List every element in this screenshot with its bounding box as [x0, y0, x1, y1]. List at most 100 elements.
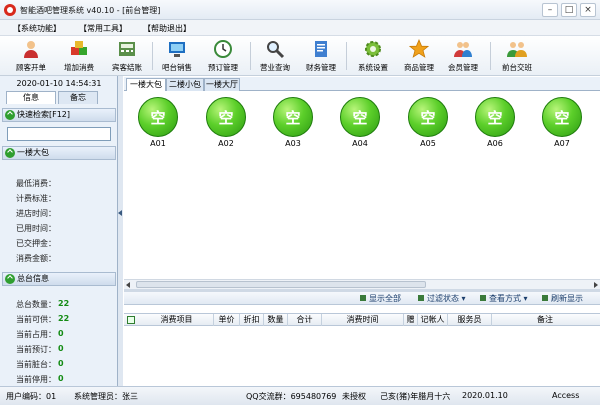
- shift-handover-button[interactable]: 前台交班: [494, 37, 540, 75]
- table-grid: 空 A01 空 A02 空 A03 空 A04 空 A05 空 A06 空 A0…: [124, 91, 600, 289]
- collapse-icon: [5, 274, 15, 284]
- col-remark[interactable]: 备注: [492, 314, 598, 326]
- toolbar: 顾客开单 增加消费 宾客结账 吧台销售 预订管理 营业查询 财务管理 系统设置 …: [0, 36, 600, 76]
- title-bar: 智能酒吧管理系统 v40.10 - [前台管理] – □ ×: [0, 0, 600, 20]
- table-name: A05: [420, 139, 436, 148]
- col-quantity[interactable]: 数量: [264, 314, 288, 326]
- tab-area-2[interactable]: 二楼小包: [166, 78, 204, 91]
- scroll-right-icon[interactable]: [594, 282, 598, 288]
- finance-icon: [315, 41, 327, 57]
- customer-icon: [24, 41, 38, 58]
- table-tile[interactable]: 空 A06: [473, 97, 517, 148]
- finance-button[interactable]: 财务管理: [300, 37, 342, 75]
- window-title: 智能酒吧管理系统 v40.10 - [前台管理]: [20, 6, 161, 15]
- table-tile[interactable]: 空 A07: [540, 97, 584, 148]
- menu-bar: 【系统功能】 【常用工具】 【帮助退出】: [0, 20, 600, 36]
- tab-info[interactable]: 信息: [6, 91, 56, 104]
- filter-status-button[interactable]: 过滤状态 ▾: [418, 293, 466, 304]
- maximize-button[interactable]: □: [561, 3, 577, 17]
- minimize-button[interactable]: –: [542, 3, 558, 17]
- star-icon: [409, 39, 429, 58]
- table-tile[interactable]: 空 A04: [338, 97, 382, 148]
- table-status-icon: 空: [206, 97, 246, 137]
- view-icon: [480, 295, 486, 301]
- checkout-button[interactable]: 宾客结账: [106, 37, 148, 75]
- system-settings-button[interactable]: 系统设置: [350, 37, 396, 75]
- col-waiter[interactable]: 服务员: [448, 314, 492, 326]
- deposit-label: 已交押金：: [16, 239, 56, 248]
- reservation-icon: [214, 40, 232, 58]
- area-tabs: 一楼大包 二楼小包 一楼大厅: [124, 77, 600, 92]
- show-all-icon: [360, 295, 366, 301]
- tab-memo[interactable]: 备忘: [58, 91, 98, 104]
- table-tile[interactable]: 空 A03: [271, 97, 315, 148]
- quick-search-input[interactable]: [7, 127, 111, 141]
- col-price[interactable]: 单价: [214, 314, 240, 326]
- reservation-button[interactable]: 预订管理: [202, 37, 244, 75]
- stat-label: 当前脏台：: [16, 360, 56, 369]
- filter-icon: [418, 295, 424, 301]
- stat-value: 0: [58, 344, 64, 353]
- table-tile[interactable]: 空 A01: [136, 97, 180, 148]
- col-recorder[interactable]: 记帐人: [418, 314, 448, 326]
- quick-search-header[interactable]: 快速检索[F12]: [2, 108, 116, 122]
- checkout-icon: [119, 42, 135, 56]
- horizontal-scrollbar[interactable]: [124, 279, 600, 289]
- view-mode-button[interactable]: 查看方式 ▾: [480, 293, 528, 304]
- tab-area-1[interactable]: 一楼大包: [126, 78, 166, 92]
- customer-order-button[interactable]: 顾客开单: [10, 37, 52, 75]
- app-icon: [4, 4, 16, 16]
- col-total[interactable]: 合计: [288, 314, 322, 326]
- show-all-button[interactable]: 显示全部: [360, 293, 401, 304]
- menu-tools[interactable]: 【常用工具】: [76, 22, 130, 35]
- stat-value: 22: [58, 299, 70, 308]
- consumption-amount-label: 消费金额：: [16, 254, 56, 263]
- panel-splitter[interactable]: [118, 76, 123, 386]
- stat-label: 当前停用：: [16, 375, 56, 384]
- member-management-button[interactable]: 会员管理: [442, 37, 484, 75]
- scroll-thumb[interactable]: [136, 281, 426, 288]
- stat-value: 0: [58, 374, 64, 383]
- menu-help[interactable]: 【帮助退出】: [140, 22, 194, 35]
- stat-label: 当前可供：: [16, 315, 56, 324]
- close-button[interactable]: ×: [580, 3, 596, 17]
- stat-label: 当前占用：: [16, 330, 56, 339]
- refresh-button[interactable]: 刷新显示: [542, 293, 583, 304]
- area-info-header[interactable]: 一楼大包: [2, 146, 116, 160]
- table-status-icon: 空: [138, 97, 178, 137]
- menu-system[interactable]: 【系统功能】: [10, 22, 64, 35]
- elapsed-time-label: 已用时间：: [16, 224, 56, 233]
- bar-sales-icon: [169, 42, 185, 57]
- refresh-icon: [542, 295, 548, 301]
- table-tile[interactable]: 空 A05: [406, 97, 450, 148]
- toolbar-separator: [346, 42, 347, 70]
- consumption-grid-body[interactable]: [124, 327, 600, 386]
- add-consumption-button[interactable]: 增加消费: [58, 37, 100, 75]
- col-item[interactable]: 消费项目: [140, 314, 214, 326]
- collapse-arrow-icon[interactable]: [118, 210, 122, 216]
- search-icon: [267, 41, 285, 59]
- col-time[interactable]: 消费时间: [322, 314, 404, 326]
- table-name: A02: [218, 139, 234, 148]
- current-datetime: 2020-01-10 14:54:31: [16, 79, 102, 88]
- table-status-icon: 空: [408, 97, 448, 137]
- table-status-icon: 空: [475, 97, 515, 137]
- scroll-left-icon[interactable]: [126, 282, 130, 288]
- stat-label: 当前预订：: [16, 345, 56, 354]
- bar-sales-button[interactable]: 吧台销售: [156, 37, 198, 75]
- stat-value: 0: [58, 329, 64, 338]
- info-panel: 2020-01-10 14:54:31 信息 备忘 快速检索[F12] 一楼大包…: [0, 76, 118, 386]
- grid-select-icon[interactable]: [127, 316, 135, 324]
- stat-label: 总台数量：: [16, 300, 56, 309]
- col-gift[interactable]: 赠: [404, 314, 418, 326]
- goods-management-button[interactable]: 商品管理: [398, 37, 440, 75]
- business-query-button[interactable]: 营业查询: [254, 37, 296, 75]
- lunar-date: 己亥(猪)年腊月十六: [380, 392, 451, 401]
- checkin-time-label: 进店时间：: [16, 209, 56, 218]
- table-name: A03: [285, 139, 301, 148]
- table-tile[interactable]: 空 A02: [204, 97, 248, 148]
- tab-area-3[interactable]: 一楼大厅: [204, 78, 240, 91]
- total-info-header[interactable]: 总台信息: [2, 272, 116, 286]
- col-discount[interactable]: 折扣: [240, 314, 264, 326]
- table-status-icon: 空: [542, 97, 582, 137]
